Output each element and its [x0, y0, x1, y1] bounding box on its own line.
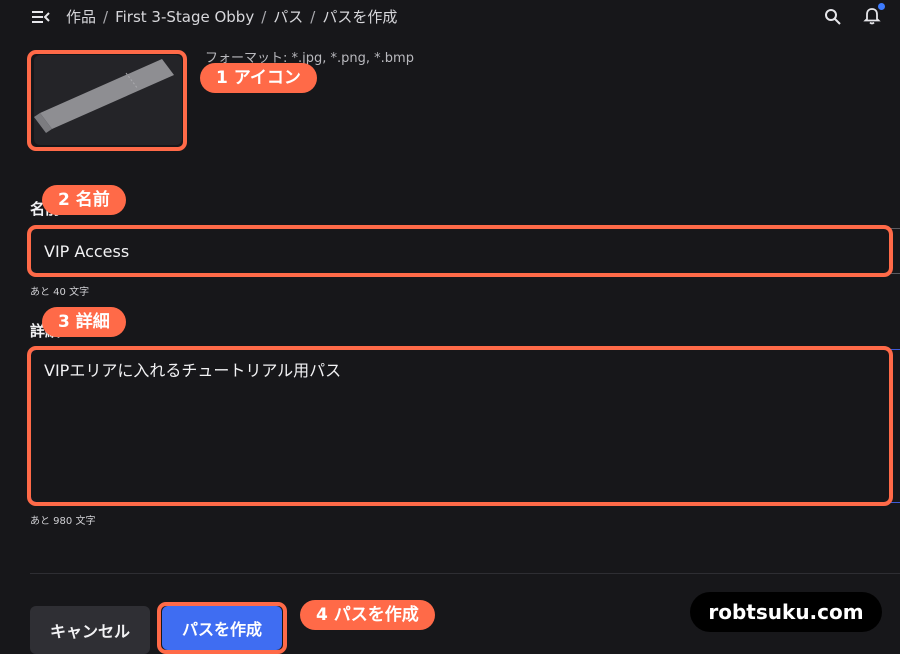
breadcrumb-item-experience[interactable]: First 3-Stage Obby [115, 8, 254, 26]
description-char-counter: あと 980 文字 [30, 516, 96, 527]
annotation-badge-description: 3 詳細 [42, 307, 126, 337]
breadcrumb-separator: / [310, 8, 316, 26]
annotation-badge-icon: 1 アイコン [200, 63, 317, 93]
top-bar: 作品 / First 3-Stage Obby / パス / パスを作成 [0, 0, 900, 34]
name-input[interactable] [30, 228, 900, 274]
notification-dot [878, 3, 885, 10]
annotation-badge-name: 2 名前 [42, 185, 126, 215]
breadcrumb-item-passes[interactable]: パス [273, 8, 303, 26]
breadcrumb-separator: / [103, 8, 109, 26]
ticket-icon [34, 59, 174, 133]
footer-divider [30, 573, 900, 574]
breadcrumb-item-current: パスを作成 [322, 8, 398, 26]
description-input[interactable]: VIPエリアに入れるチュートリアル用パス [30, 349, 900, 503]
watermark: robtsuku.com [690, 592, 882, 632]
breadcrumb-separator: / [261, 8, 267, 26]
breadcrumb: 作品 / First 3-Stage Obby / パス / パスを作成 [66, 6, 397, 27]
breadcrumb-item-works[interactable]: 作品 [66, 8, 96, 26]
create-pass-button[interactable]: パスを作成 [162, 606, 282, 650]
cancel-button[interactable]: キャンセル [30, 606, 150, 654]
search-icon[interactable] [824, 8, 841, 25]
pass-icon-thumbnail[interactable] [34, 55, 182, 145]
annotation-badge-create: 4 パスを作成 [300, 600, 435, 630]
bell-icon[interactable] [863, 7, 881, 25]
menu-collapse-icon[interactable] [32, 10, 50, 24]
name-char-counter: あと 40 文字 [30, 287, 90, 298]
